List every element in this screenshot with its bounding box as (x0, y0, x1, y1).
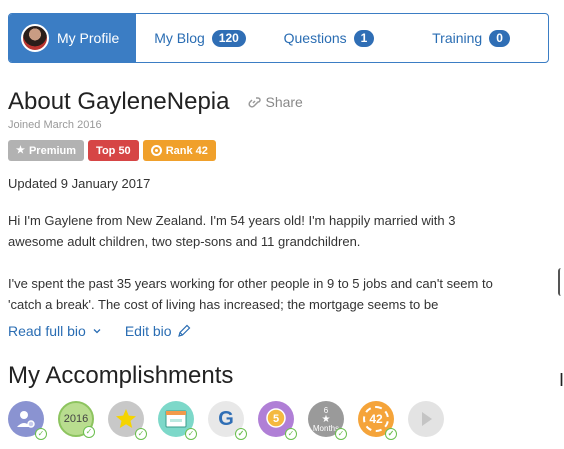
target-icon (150, 145, 162, 156)
rank-label: Rank 42 (165, 144, 208, 157)
rank-number: 42 (363, 406, 389, 432)
bio-paragraph: Hi I'm Gaylene from New Zealand. I'm 54 … (8, 210, 556, 252)
share-button[interactable]: Share (247, 94, 303, 110)
top-badge: Top 50 (88, 140, 139, 161)
google-letter: G (218, 407, 234, 430)
rank-badge-icon[interactable]: 42 ✓ (358, 401, 397, 440)
rank-badge: Rank 42 (142, 140, 216, 161)
google-badge-icon[interactable]: G ✓ (208, 401, 247, 440)
bio-line: awesome adult children, two step-sons an… (8, 234, 361, 249)
link-icon (248, 97, 262, 108)
website-badge-icon[interactable]: ✓ (158, 401, 197, 440)
read-full-label: Read full bio (8, 323, 86, 339)
check-icon: ✓ (185, 428, 197, 440)
pencil-icon (177, 324, 190, 337)
tab-label: Questions (283, 30, 347, 46)
tab-label: My Profile (57, 30, 120, 46)
premium-badge: ★ Premium (8, 140, 85, 161)
check-icon: ✓ (135, 428, 147, 440)
avatar (21, 24, 49, 52)
check-icon: ✓ (335, 428, 347, 440)
premium-label: Premium (28, 144, 77, 157)
check-icon: ✓ (35, 428, 47, 440)
training-count-badge: 0 (489, 29, 510, 47)
tab-my-profile[interactable]: My Profile (9, 14, 136, 62)
bio-paragraph: I've spent the past 35 years working for… (8, 273, 556, 315)
year-text: 2016 (63, 413, 89, 425)
award-ribbon-icon: 5 (266, 408, 286, 428)
check-icon: ✓ (285, 428, 297, 440)
browser-window-icon (165, 410, 187, 428)
star-badge-icon[interactable]: ✓ (108, 401, 147, 440)
edit-bio-link[interactable]: Edit bio (125, 323, 192, 339)
blog-count-badge: 120 (211, 29, 246, 47)
svg-text:5: 5 (273, 413, 279, 425)
tab-training[interactable]: Training 0 (394, 14, 548, 62)
joined-date: Joined March 2016 (8, 119, 102, 131)
star-icon: ★ (321, 413, 331, 425)
check-icon: ✓ (235, 428, 247, 440)
tab-questions[interactable]: Questions 1 (264, 14, 394, 62)
share-label: Share (265, 94, 303, 110)
tab-my-blog[interactable]: My Blog 120 (136, 14, 264, 62)
page-title: About GayleneNepia (8, 88, 230, 115)
bio-text: Hi I'm Gaylene from New Zealand. I'm 54 … (8, 210, 556, 315)
user-gear-icon (17, 411, 35, 428)
bio-line: 'catch a break'. The cost of living has … (8, 297, 439, 312)
questions-count-badge: 1 (353, 29, 375, 47)
bio-line: I've spent the past 35 years working for… (8, 276, 493, 291)
profile-tabs: My Profile My Blog 120 Questions 1 Train… (8, 13, 549, 63)
clipped-element: I (559, 370, 564, 390)
top-label: Top 50 (96, 144, 131, 157)
read-full-bio-link[interactable]: Read full bio (8, 323, 103, 339)
star-icon: ★ (16, 145, 25, 156)
bio-actions: Read full bio Edit bio (8, 323, 192, 339)
user-settings-badge-icon[interactable]: ✓ (8, 401, 47, 440)
star-icon (116, 409, 136, 428)
play-icon (422, 412, 432, 426)
clipped-element (558, 268, 564, 296)
status-badges: ★ Premium Top 50 Rank 42 (8, 140, 216, 161)
tab-label: Training (432, 30, 483, 46)
profile-header: About GayleneNepia Share (8, 88, 303, 116)
accomplishments-list: ✓ 2016 ✓ ✓ ✓ G ✓ 5 ✓ 6 ★ Months ✓ 42 ✓ (8, 401, 444, 440)
play-badge-icon[interactable] (408, 401, 444, 437)
bio-line: Hi I'm Gaylene from New Zealand. I'm 54 … (8, 213, 456, 228)
chevron-down-icon (93, 329, 101, 334)
tab-label: My Blog (154, 30, 205, 46)
accomplishments-title: My Accomplishments (8, 362, 234, 389)
edit-label: Edit bio (124, 323, 172, 339)
year-badge-icon[interactable]: 2016 ✓ (58, 401, 95, 438)
check-icon: ✓ (83, 426, 95, 438)
updated-date: Updated 9 January 2017 (8, 176, 151, 191)
check-icon: ✓ (385, 428, 397, 440)
5-award-badge-icon[interactable]: 5 ✓ (258, 401, 297, 440)
6-months-badge-icon[interactable]: 6 ★ Months ✓ (308, 401, 347, 440)
